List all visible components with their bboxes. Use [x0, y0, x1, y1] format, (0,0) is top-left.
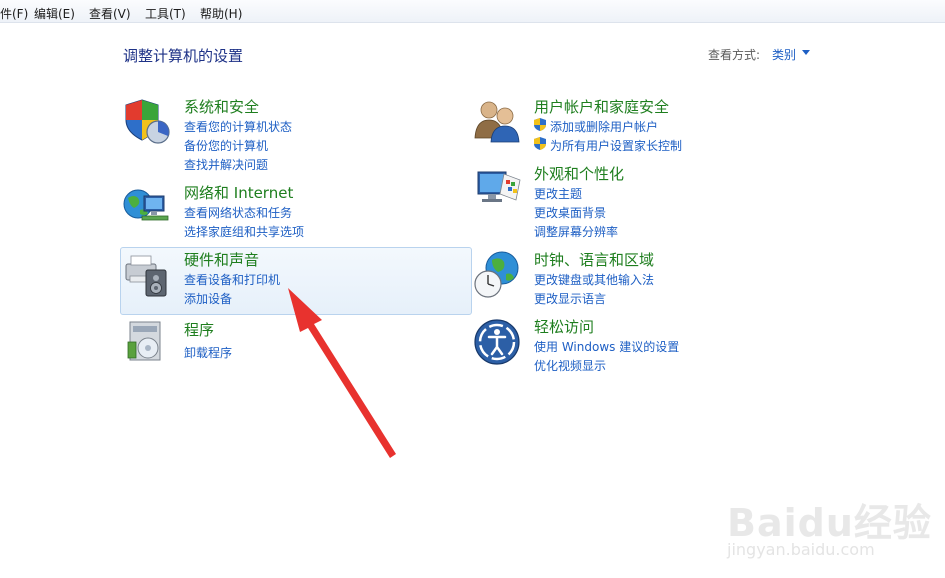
link-view-devices-printers[interactable]: 查看设备和打印机: [184, 271, 280, 288]
link-uninstall-program[interactable]: 卸载程序: [184, 344, 232, 361]
page-title: 调整计算机的设置: [123, 47, 244, 65]
category-appearance[interactable]: 外观和个性化: [534, 163, 624, 184]
link-troubleshoot[interactable]: 查找并解决问题: [184, 156, 268, 173]
users-icon[interactable]: [472, 96, 522, 146]
link-change-display-language[interactable]: 更改显示语言: [534, 290, 606, 307]
uac-shield-icon: [534, 137, 546, 150]
chevron-down-icon[interactable]: [802, 50, 810, 55]
link-backup-computer[interactable]: 备份您的计算机: [184, 137, 268, 154]
menu-file[interactable]: 件(F): [0, 5, 28, 22]
category-programs[interactable]: 程序: [184, 319, 214, 340]
view-by-label: 查看方式:: [708, 48, 761, 62]
monitor-paint-icon[interactable]: [472, 166, 524, 212]
link-view-computer-status[interactable]: 查看您的计算机状态: [184, 118, 292, 135]
globe-network-icon[interactable]: [122, 184, 172, 230]
category-ease-of-access[interactable]: 轻松访问: [534, 316, 594, 337]
link-optimize-visual-display[interactable]: 优化视频显示: [534, 357, 606, 374]
category-hardware-sound[interactable]: 硬件和声音: [184, 249, 259, 270]
programs-box-icon[interactable]: [124, 318, 170, 364]
link-change-desktop-background[interactable]: 更改桌面背景: [534, 204, 606, 221]
link-adjust-resolution[interactable]: 调整屏幕分辨率: [534, 223, 618, 240]
link-view-network-status[interactable]: 查看网络状态和任务: [184, 204, 292, 221]
category-network-internet[interactable]: 网络和 Internet: [184, 182, 293, 203]
uac-shield-icon: [534, 118, 546, 131]
category-clock-language-region[interactable]: 时钟、语言和区域: [534, 249, 654, 270]
menu-help[interactable]: 帮助(H): [200, 5, 242, 22]
link-change-theme[interactable]: 更改主题: [534, 185, 582, 202]
view-by-dropdown[interactable]: 类别: [772, 46, 796, 63]
menu-bar: 件(F) 编辑(E) 查看(V) 工具(T) 帮助(H): [0, 0, 945, 23]
globe-clock-icon[interactable]: [472, 248, 524, 300]
link-parental-controls[interactable]: 为所有用户设置家长控制: [550, 137, 682, 154]
menu-edit[interactable]: 编辑(E): [34, 5, 75, 22]
category-system-security[interactable]: 系统和安全: [184, 96, 259, 117]
baidu-watermark-logo: Baidu经验: [727, 501, 932, 545]
shield-pie-icon[interactable]: [122, 96, 172, 146]
red-arrow-annotation: [288, 288, 396, 458]
link-windows-recommended-settings[interactable]: 使用 Windows 建议的设置: [534, 338, 679, 355]
baidu-watermark-url: jingyan.baidu.com: [727, 540, 875, 559]
link-add-device[interactable]: 添加设备: [184, 290, 232, 307]
link-homegroup-sharing[interactable]: 选择家庭组和共享选项: [184, 223, 304, 240]
menu-tools[interactable]: 工具(T): [145, 5, 186, 22]
printer-speaker-icon[interactable]: [122, 250, 172, 300]
menu-view[interactable]: 查看(V): [89, 5, 131, 22]
link-change-keyboard-input[interactable]: 更改键盘或其他输入法: [534, 271, 654, 288]
link-add-remove-accounts[interactable]: 添加或删除用户帐户: [550, 118, 658, 135]
category-user-accounts[interactable]: 用户帐户和家庭安全: [534, 96, 669, 117]
ease-of-access-icon[interactable]: [472, 317, 522, 367]
